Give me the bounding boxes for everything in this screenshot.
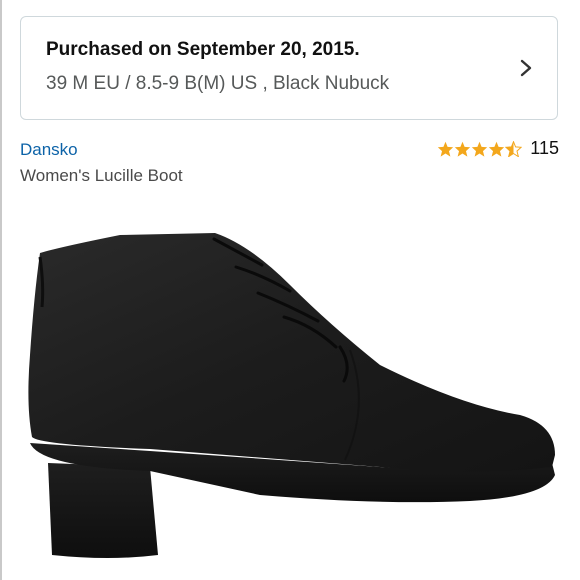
chevron-right-icon[interactable]	[517, 59, 535, 77]
star-full-icon	[438, 141, 454, 157]
boot-upper	[28, 233, 555, 472]
purchase-variant-details: 39 M EU / 8.5-9 B(M) US , Black Nubuck	[46, 73, 390, 94]
star-rating[interactable]: 115	[437, 138, 559, 159]
purchase-date-title: Purchased on September 20, 2015.	[46, 39, 360, 60]
star-full-icon	[489, 141, 505, 157]
purchase-history-card[interactable]: Purchased on September 20, 2015. 39 M EU…	[20, 16, 558, 120]
star-full-icon	[472, 141, 488, 157]
brand-link[interactable]: Dansko	[20, 140, 78, 160]
star-half-icon	[505, 140, 523, 157]
star-full-icon	[455, 141, 471, 157]
review-count: 115	[530, 138, 559, 158]
rating-stars	[437, 140, 523, 157]
boot-heel	[48, 463, 158, 558]
product-title: Women's Lucille Boot	[20, 166, 183, 185]
boot-product-image[interactable]	[0, 205, 580, 580]
